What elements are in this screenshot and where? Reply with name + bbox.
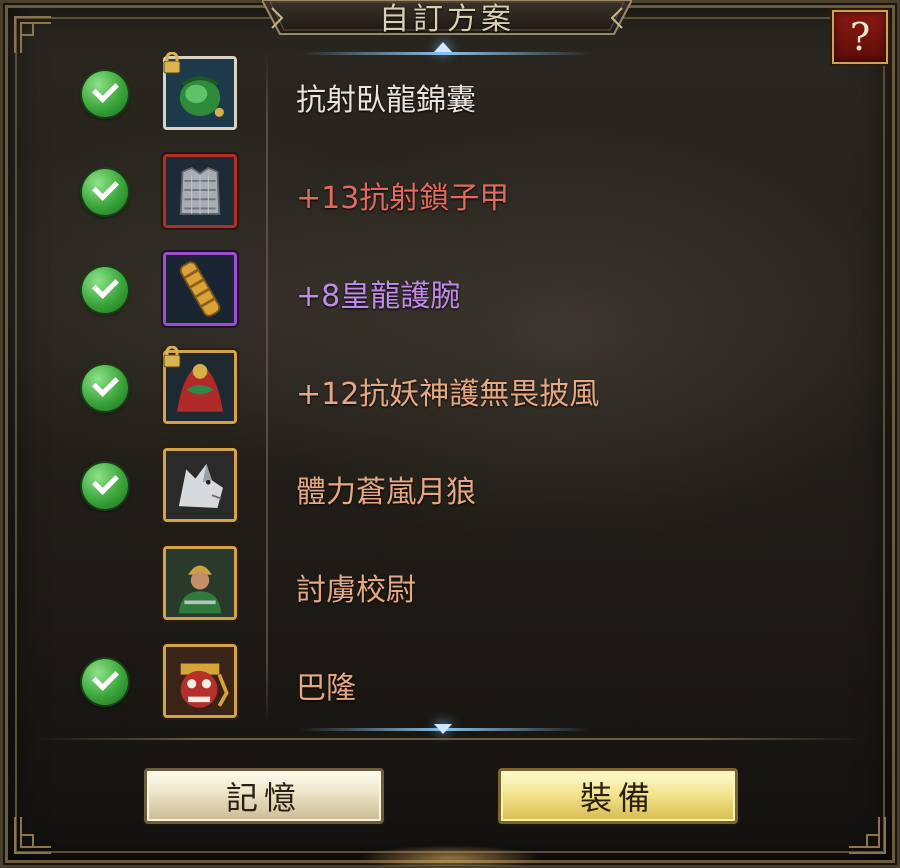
corner-ornament <box>847 815 887 855</box>
chain-armor-icon[interactable] <box>163 154 237 228</box>
footer-glow <box>320 830 580 866</box>
list-item[interactable]: +12抗妖神護無畏披風 <box>0 342 900 440</box>
general-portrait-icon[interactable] <box>163 546 237 620</box>
list-item[interactable]: +8皇龍護腕 <box>0 244 900 342</box>
list-item[interactable]: 討虜校尉 <box>0 538 900 636</box>
checkmark-icon[interactable] <box>82 365 128 411</box>
item-name: +13抗射鎖子甲 <box>296 181 510 216</box>
list-item[interactable]: +13抗射鎖子甲 <box>0 146 900 244</box>
item-name: 巴隆 <box>296 671 356 706</box>
equip-button[interactable]: 裝備 <box>498 768 738 824</box>
footer-divider <box>36 738 864 740</box>
scroll-down-arrow-icon[interactable] <box>434 724 452 734</box>
white-wolf-icon[interactable] <box>163 448 237 522</box>
item-name: 討虜校尉 <box>296 573 416 608</box>
lock-icon <box>161 51 183 74</box>
lock-icon <box>161 345 183 368</box>
memory-button[interactable]: 記憶 <box>144 768 384 824</box>
checkmark-icon[interactable] <box>82 267 128 313</box>
checkmark-icon[interactable] <box>82 659 128 705</box>
item-name: 抗射臥龍錦囊 <box>296 83 476 118</box>
title-plate: 自訂方案 <box>262 0 632 37</box>
item-name: +12抗妖神護無畏披風 <box>296 377 600 412</box>
corner-ornament <box>13 815 53 855</box>
panel-title: 自訂方案 <box>379 2 515 37</box>
item-name: 體力蒼嵐月狼 <box>296 475 476 510</box>
list-item[interactable]: 體力蒼嵐月狼 <box>0 440 900 538</box>
gold-bracer-icon[interactable] <box>163 252 237 326</box>
item-name: +8皇龍護腕 <box>296 279 461 314</box>
list-item[interactable]: 巴隆 <box>0 636 900 734</box>
barong-mask-icon[interactable] <box>163 644 237 718</box>
checkmark-icon[interactable] <box>82 71 128 117</box>
checkmark-icon[interactable] <box>82 463 128 509</box>
checkmark-icon[interactable] <box>82 169 128 215</box>
list-item[interactable]: 抗射臥龍錦囊 <box>0 48 900 146</box>
